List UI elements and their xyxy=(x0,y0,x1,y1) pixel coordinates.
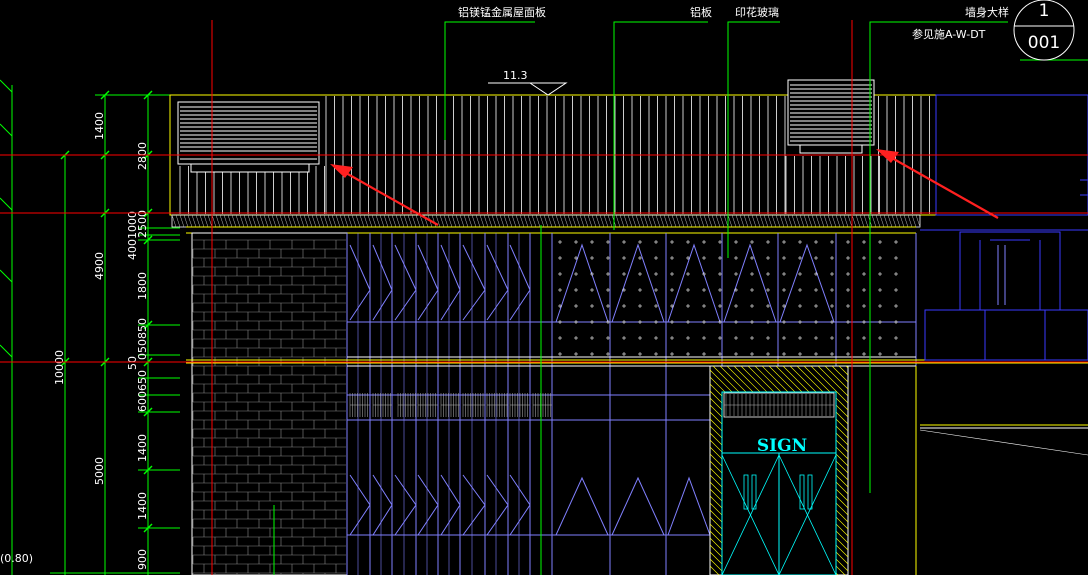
lower-louvre-hatch xyxy=(349,393,552,417)
sign-text: SIGN xyxy=(757,436,807,456)
dimension-chains xyxy=(0,79,180,575)
dim-inner-8: 600650 xyxy=(136,370,149,412)
dim-left-total: 10000 xyxy=(53,350,66,385)
dim-inner-4: 2500 xyxy=(136,210,149,238)
dim-left-upper: 4900 xyxy=(93,252,106,280)
dim-inner-2: 2800 xyxy=(136,142,149,170)
detail-tag-bottom: 001 xyxy=(1028,33,1060,53)
elevation-value: 11.3 xyxy=(503,69,528,82)
adjacent-building xyxy=(920,94,1088,361)
highlight-arrows xyxy=(330,149,999,226)
dimension-labels: 10000 4900 5000 1400 2800 4001000 2500 1… xyxy=(53,112,149,570)
dim-inner-6: 050850 xyxy=(136,318,149,360)
adjacent-building-lower xyxy=(915,366,1088,575)
note-wall-detail: 墙身大样 xyxy=(965,5,1009,19)
brick-pier xyxy=(191,232,348,575)
note-reference: 参见施A-W-DT xyxy=(912,27,986,41)
detail-tag: 1 001 xyxy=(1013,0,1075,61)
dim-inner-7: 50 xyxy=(126,356,139,370)
note-roof-panel: 铝镁锰金属屋面板 xyxy=(458,5,546,19)
dim-inner-9: 1400 xyxy=(136,434,149,462)
note-printed-glass: 印花玻璃 xyxy=(735,5,779,19)
note-aluminum-panel: 铝板 xyxy=(690,5,712,19)
dim-left-lower: 5000 xyxy=(93,457,106,485)
detail-tag-top: 1 xyxy=(1039,1,1050,21)
dim-inner-5: 1800 xyxy=(136,272,149,300)
entrance-portal xyxy=(709,365,849,575)
cad-drawing-canvas: 10000 4900 5000 1400 2800 4001000 2500 1… xyxy=(0,0,1088,575)
elevation-marker: 11.3 xyxy=(488,69,568,96)
dim-inner-1: 1400 xyxy=(93,112,106,140)
dim-inner-10: 1400 xyxy=(136,492,149,520)
dim-inner-11: 900 xyxy=(136,549,149,570)
ac-unit-left xyxy=(177,101,320,173)
axis-lines xyxy=(0,20,1088,575)
leader-lines xyxy=(273,21,1088,575)
coordinate-readout: (0.80) xyxy=(0,552,33,565)
ac-unit-right xyxy=(787,79,875,154)
